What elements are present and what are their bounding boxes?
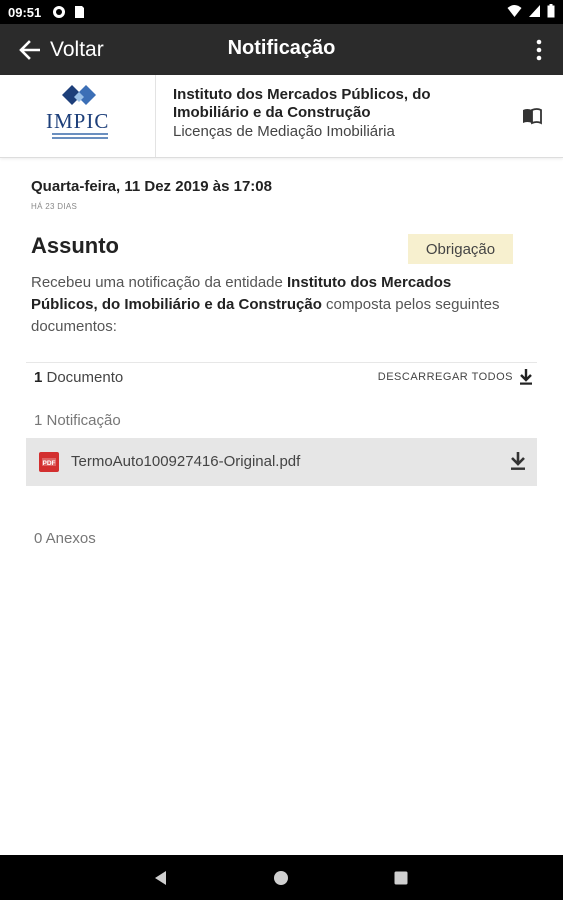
- status-bar: 09:51: [0, 0, 563, 24]
- svg-text:PDF: PDF: [43, 460, 56, 467]
- notifications-section-label: 1 Notificação: [34, 412, 121, 429]
- book-icon[interactable]: [522, 107, 542, 125]
- divider: [26, 362, 537, 363]
- notification-age: HÁ 23 DIAS: [31, 202, 78, 211]
- logo-text: IMPIC: [46, 109, 110, 133]
- entity-name: Instituto dos Mercados Públicos, do Imob…: [173, 86, 431, 121]
- notification-message: Recebeu uma notificação da entidade Inst…: [31, 272, 511, 338]
- page-title: Notificação: [227, 37, 336, 59]
- logo-line: [52, 133, 108, 135]
- system-nav-bar: [0, 855, 563, 900]
- status-right-icons: [507, 4, 555, 18]
- file-row[interactable]: PDF TermoAuto100927416-Original.pdf: [26, 438, 537, 486]
- subject-heading: Assunto: [31, 233, 119, 258]
- pdf-file-icon: PDF: [39, 452, 59, 472]
- nav-back-icon[interactable]: [151, 868, 171, 888]
- document-count: 1 Documento: [34, 369, 123, 386]
- message-prefix: Recebeu uma notificação da entidade: [31, 274, 288, 291]
- download-all-label: DESCARREGAR TODOS: [377, 370, 513, 383]
- more-vert-icon[interactable]: [529, 38, 549, 62]
- entity-logo: IMPIC: [0, 75, 156, 157]
- logo-mark-icon: [62, 85, 96, 105]
- document-count-label: Documento: [42, 369, 124, 386]
- download-icon: [520, 369, 532, 385]
- file-download-icon[interactable]: [510, 451, 526, 471]
- battery-icon: [547, 4, 555, 18]
- entity-service: Licenças de Mediação Imobiliária: [173, 123, 395, 140]
- nav-home-icon[interactable]: [271, 868, 291, 888]
- download-all-button[interactable]: DESCARREGAR TODOS: [378, 368, 533, 385]
- app-bar: Voltar Notificação: [0, 24, 563, 75]
- entity-header: IMPIC Instituto dos Mercados Públicos, d…: [0, 75, 563, 158]
- wifi-icon: [507, 5, 522, 17]
- logo-line: [52, 137, 108, 139]
- file-name: TermoAuto100927416-Original.pdf: [71, 453, 301, 470]
- sd-card-icon: [75, 6, 84, 18]
- nav-recents-icon[interactable]: [391, 868, 411, 888]
- status-time: 09:51: [8, 5, 42, 20]
- sync-icon: [53, 6, 65, 18]
- annexes-section-label: 0 Anexos: [34, 530, 96, 547]
- notification-date: Quarta-feira, 11 Dez 2019 às 17:08: [31, 178, 272, 195]
- status-badge: Obrigação: [408, 234, 513, 264]
- signal-icon: [529, 5, 540, 17]
